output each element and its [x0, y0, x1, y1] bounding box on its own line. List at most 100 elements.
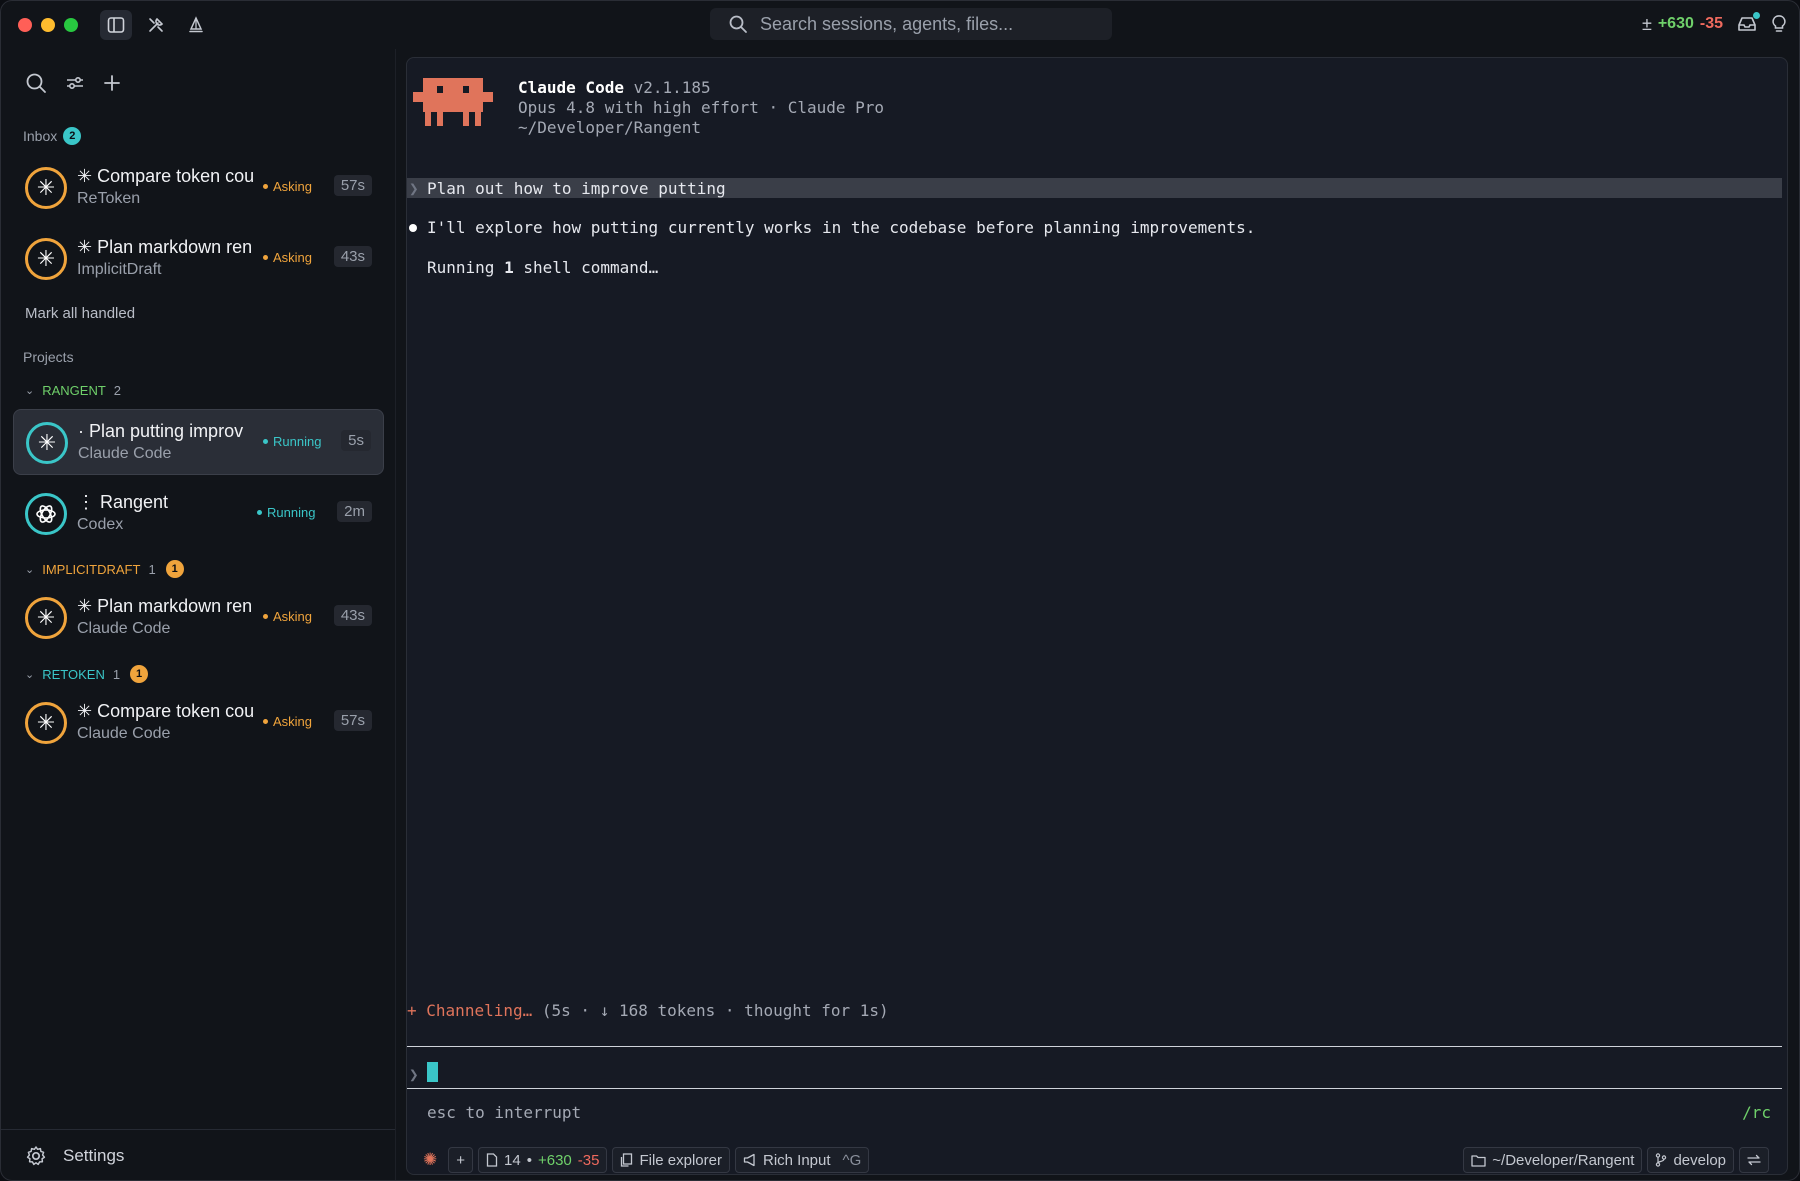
close-window-button[interactable] — [18, 18, 32, 32]
thinking-meta: (5s · ↓ 168 tokens · thought for 1s) — [541, 1001, 889, 1020]
sail-button[interactable] — [180, 10, 212, 40]
working-directory-button[interactable]: ~/Developer/Rangent — [1463, 1147, 1643, 1173]
settings-button[interactable]: Settings — [1, 1129, 395, 1180]
title-bar: Search sessions, agents, files... ± +630… — [1, 1, 1799, 49]
session-age: 2m — [337, 501, 372, 522]
thinking-status: + Channeling… (5s · ↓ 168 tokens · thoug… — [407, 1001, 889, 1020]
changed-files-button[interactable]: 14 • +630 -35 — [478, 1147, 608, 1173]
settings-label: Settings — [63, 1146, 125, 1165]
project-session-count: 2 — [113, 383, 122, 398]
files-icon — [621, 1153, 633, 1167]
swap-button[interactable] — [1739, 1147, 1769, 1173]
filter-button[interactable] — [65, 74, 85, 92]
session-header: Claude Code v2.1.185 Opus 4.8 with high … — [518, 78, 884, 138]
session-subtitle: ImplicitDraft — [77, 261, 162, 278]
session-age: 5s — [341, 430, 371, 451]
lightbulb-icon — [1772, 15, 1786, 32]
tools-button[interactable] — [140, 10, 172, 40]
session-subtitle: Claude Code — [77, 725, 171, 742]
swap-arrows-icon — [1747, 1154, 1761, 1166]
sidebar: Inbox 2 ✳ ✳ Compare token cou ReToken As… — [1, 49, 395, 1180]
search-icon — [729, 15, 747, 33]
status-badge: Asking — [263, 609, 312, 624]
claude-asterisk-icon: ✳ — [25, 702, 67, 744]
add-button[interactable]: + — [448, 1147, 474, 1173]
model-info: Opus 4.8 with high effort · Claude Pro — [518, 98, 885, 117]
input-bottom-divider — [407, 1088, 1782, 1089]
toolbar-icons — [100, 10, 212, 40]
rich-input-button[interactable]: Rich Input ^G — [734, 1147, 870, 1173]
app-name: Claude Code — [518, 78, 624, 97]
session-age: 43s — [333, 605, 372, 626]
session-title: ✳ Compare token cou — [77, 701, 255, 721]
chevron-down-icon: ⌄ — [25, 563, 35, 576]
diff-stat-button[interactable]: ± +630 -35 — [1642, 14, 1723, 35]
interrupt-hint: esc to interrupt — [427, 1103, 582, 1122]
terminal-pane[interactable]: Claude Code v2.1.185 Opus 4.8 with high … — [406, 57, 1788, 1175]
changed-lines-added: +630 — [537, 1151, 572, 1169]
working-directory: ~/Developer/Rangent — [518, 118, 702, 137]
session-subtitle: Claude Code — [77, 620, 171, 637]
status-badge: Asking — [263, 179, 312, 194]
minimize-window-button[interactable] — [41, 18, 55, 32]
tool-activity-count: 1 — [504, 258, 514, 277]
toggle-sidebar-button[interactable] — [100, 10, 132, 40]
project-group-retoken[interactable]: ⌄ RETOKEN 1 1 — [25, 665, 149, 683]
inbox-tray-icon — [1738, 17, 1756, 31]
sidebar-divider — [395, 49, 396, 1180]
git-branch-label: develop — [1673, 1151, 1726, 1169]
project-name: IMPLICITDRAFT — [42, 561, 141, 577]
claude-asterisk-icon: ✳ — [25, 597, 67, 639]
inbox-count-badge: 2 — [63, 127, 82, 145]
diff-removed: -35 — [1699, 15, 1723, 32]
project-session-count: 1 — [112, 666, 121, 682]
search-icon — [26, 73, 46, 93]
gear-icon — [26, 1146, 46, 1166]
inbox-item-implicitdraft[interactable]: ✳ ✳ Plan markdown ren ImplicitDraft Aski… — [13, 226, 384, 292]
prompt-input[interactable] — [427, 1062, 438, 1082]
session-title: ✳ Plan markdown ren — [77, 596, 253, 616]
inbox-button[interactable] — [1737, 12, 1760, 33]
plus-icon: + — [456, 1151, 466, 1169]
global-search-input[interactable]: Search sessions, agents, files... — [710, 8, 1112, 40]
session-compare-token[interactable]: ✳ ✳ Compare token cou Claude Code Asking… — [13, 690, 384, 756]
session-age: 43s — [333, 246, 372, 267]
inbox-label: Inbox — [23, 128, 58, 144]
file-explorer-button[interactable]: File explorer — [612, 1147, 730, 1173]
new-session-button[interactable] — [103, 74, 121, 92]
input-caret-icon: ❯ — [409, 1065, 419, 1084]
git-branch-button[interactable]: develop — [1647, 1147, 1734, 1173]
changed-files-count: 14 — [504, 1151, 521, 1169]
chevron-down-icon: ⌄ — [25, 385, 35, 397]
assistant-response: I'll explore how putting currently works… — [427, 218, 1256, 237]
app-window: Search sessions, agents, files... ± +630… — [0, 0, 1800, 1181]
project-name: RETOKEN — [42, 666, 105, 682]
prompt-caret-icon: ❯ — [409, 178, 419, 198]
project-group-rangent[interactable]: ⌄ RANGENT 2 — [25, 383, 121, 398]
session-title: ⋮ Rangent — [77, 492, 169, 512]
session-plan-putting[interactable]: ✳ · Plan putting improv Claude Code Runn… — [13, 409, 384, 475]
inbox-item-retoken[interactable]: ✳ ✳ Compare token cou ReToken Asking 57s — [13, 155, 384, 221]
session-rangent-codex[interactable]: ⋮ Rangent Codex Running 2m — [13, 481, 384, 547]
zoom-window-button[interactable] — [64, 18, 78, 32]
tips-button[interactable] — [1771, 14, 1787, 34]
mark-all-handled-button[interactable]: Mark all handled — [25, 305, 135, 322]
project-attention-badge: 1 — [130, 665, 149, 683]
sidebar-search-button[interactable] — [25, 72, 47, 94]
claude-mascot-icon — [413, 78, 493, 126]
search-placeholder: Search sessions, agents, files... — [760, 13, 1014, 34]
status-badge: Asking — [263, 250, 312, 265]
sidebar-tools — [1, 49, 395, 101]
session-age: 57s — [333, 175, 372, 196]
claude-asterisk-icon: ✳ — [25, 167, 67, 209]
status-bar-right: ~/Developer/Rangent develop — [1463, 1147, 1769, 1173]
project-group-implicitdraft[interactable]: ⌄ IMPLICITDRAFT 1 1 — [25, 560, 184, 578]
session-plan-markdown[interactable]: ✳ ✳ Plan markdown ren Claude Code Asking… — [13, 585, 384, 651]
file-icon — [486, 1153, 498, 1167]
tools-icon — [149, 17, 164, 32]
megaphone-icon — [743, 1153, 755, 1167]
tool-activity-prefix: Running — [427, 258, 505, 277]
openai-knot-icon — [25, 493, 67, 535]
remote-control-link[interactable]: /rc — [1742, 1103, 1771, 1122]
tool-activity: Running 1 shell command… — [427, 258, 658, 277]
